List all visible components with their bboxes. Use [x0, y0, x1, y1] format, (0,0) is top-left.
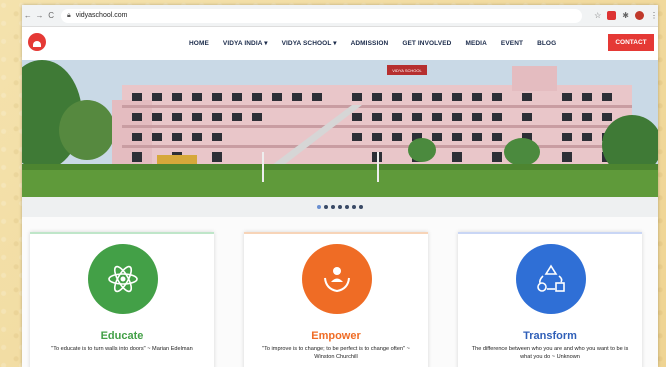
school-logo[interactable]	[28, 33, 46, 51]
shapes-cycle-icon	[537, 264, 565, 292]
atom-icon	[108, 265, 138, 293]
back-icon[interactable]: ←	[22, 11, 34, 20]
nav-get-involved[interactable]: GET INVOLVED	[402, 40, 451, 47]
url-text: vidyaschool.com	[75, 12, 128, 19]
card-quote: "To educate is to turn walls into doors"…	[51, 346, 193, 352]
card-quote: "To improve is to change; to be perfect …	[262, 346, 410, 360]
profile-avatar[interactable]	[634, 11, 644, 20]
slider-dot[interactable]	[345, 205, 349, 209]
card-transform[interactable]: Transform The difference between who you…	[458, 232, 642, 367]
empower-circle	[302, 244, 372, 314]
browser-toolbar: ← → C 🔒︎ vidyaschool.com ☆ ✱ ⋮	[22, 5, 658, 27]
mission-cards-section: Educate "To educate is to turn walls int…	[22, 217, 658, 367]
card-educate[interactable]: Educate "To educate is to turn walls int…	[30, 232, 214, 367]
educate-circle	[88, 244, 158, 314]
main-navigation: HOME VIDYA INDIA ▾ VIDYA SCHOOL ▾ ADMISS…	[189, 39, 556, 48]
nav-home[interactable]: HOME	[189, 40, 209, 47]
slider-dot[interactable]	[352, 205, 356, 209]
nav-blog[interactable]: BLOG	[537, 40, 556, 47]
nav-vidya-school[interactable]: VIDYA SCHOOL ▾	[282, 39, 337, 47]
nav-admission[interactable]: ADMISSION	[351, 40, 389, 47]
nav-event[interactable]: EVENT	[501, 40, 523, 47]
slider-dot[interactable]	[331, 205, 335, 209]
card-empower[interactable]: Empower "To improve is to change; to be …	[244, 232, 428, 367]
browser-extensions: ☆ ✱ ⋮	[594, 11, 658, 20]
card-title: Transform	[523, 330, 577, 342]
puzzle-icon[interactable]: ✱	[622, 11, 629, 20]
transform-circle	[516, 244, 586, 314]
forward-icon[interactable]: →	[34, 11, 46, 20]
extension-icon[interactable]	[607, 11, 617, 20]
slider-dot[interactable]	[338, 205, 342, 209]
browser-window: ← → C 🔒︎ vidyaschool.com ☆ ✱ ⋮ HOME VIDY…	[22, 5, 658, 367]
menu-dots-icon[interactable]: ⋮	[650, 11, 658, 20]
hero-slider[interactable]: VIDYA SCHOOL	[22, 60, 658, 217]
slider-dot[interactable]	[324, 205, 328, 209]
card-title: Empower	[311, 330, 361, 342]
slider-dot[interactable]	[317, 205, 321, 209]
nav-vidya-india[interactable]: VIDYA INDIA ▾	[223, 39, 268, 47]
building-sign: VIDYA SCHOOL	[392, 68, 422, 73]
hands-person-icon	[324, 267, 350, 293]
address-bar[interactable]: 🔒︎ vidyaschool.com	[60, 8, 583, 23]
card-title: Educate	[100, 330, 144, 342]
slider-dot[interactable]	[359, 205, 363, 209]
school-building-image: VIDYA SCHOOL	[22, 60, 658, 217]
nav-media[interactable]: MEDIA	[465, 40, 486, 47]
lock-icon: 🔒︎	[66, 11, 71, 19]
card-quote: The difference between who you are and w…	[471, 346, 629, 360]
slider-pagination	[22, 197, 658, 217]
star-icon[interactable]: ☆	[594, 11, 601, 20]
contact-button[interactable]: CONTACT	[608, 34, 654, 51]
reload-icon[interactable]: C	[45, 11, 57, 20]
